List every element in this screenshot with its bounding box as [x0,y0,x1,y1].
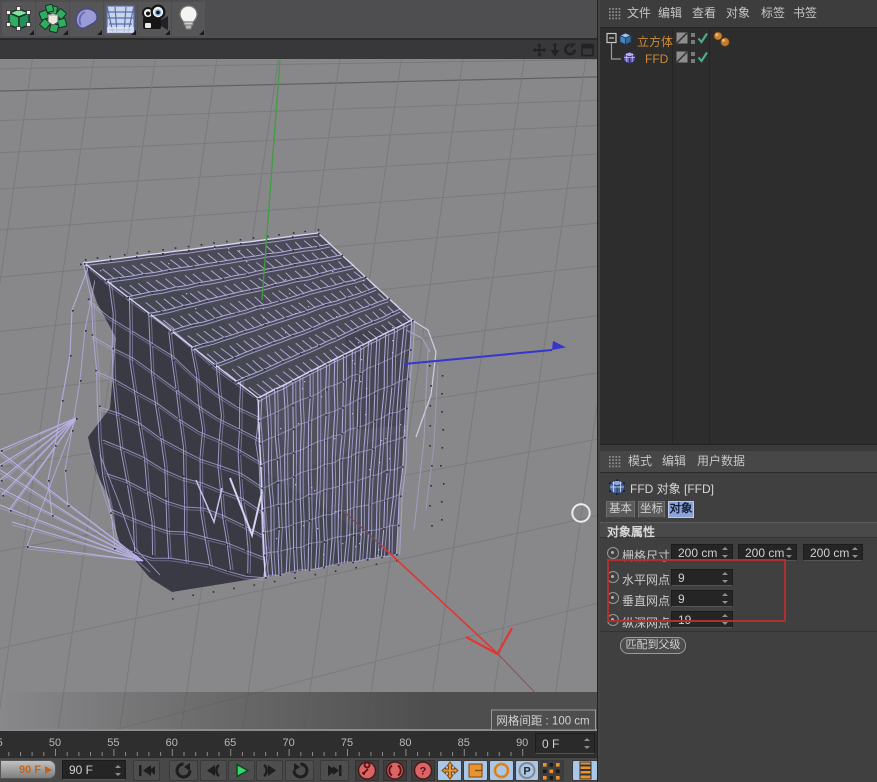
svg-text:P: P [523,766,530,778]
svg-text:网格间距 : 100 cm: 网格间距 : 100 cm [496,714,589,728]
svg-text:?: ? [420,766,427,778]
